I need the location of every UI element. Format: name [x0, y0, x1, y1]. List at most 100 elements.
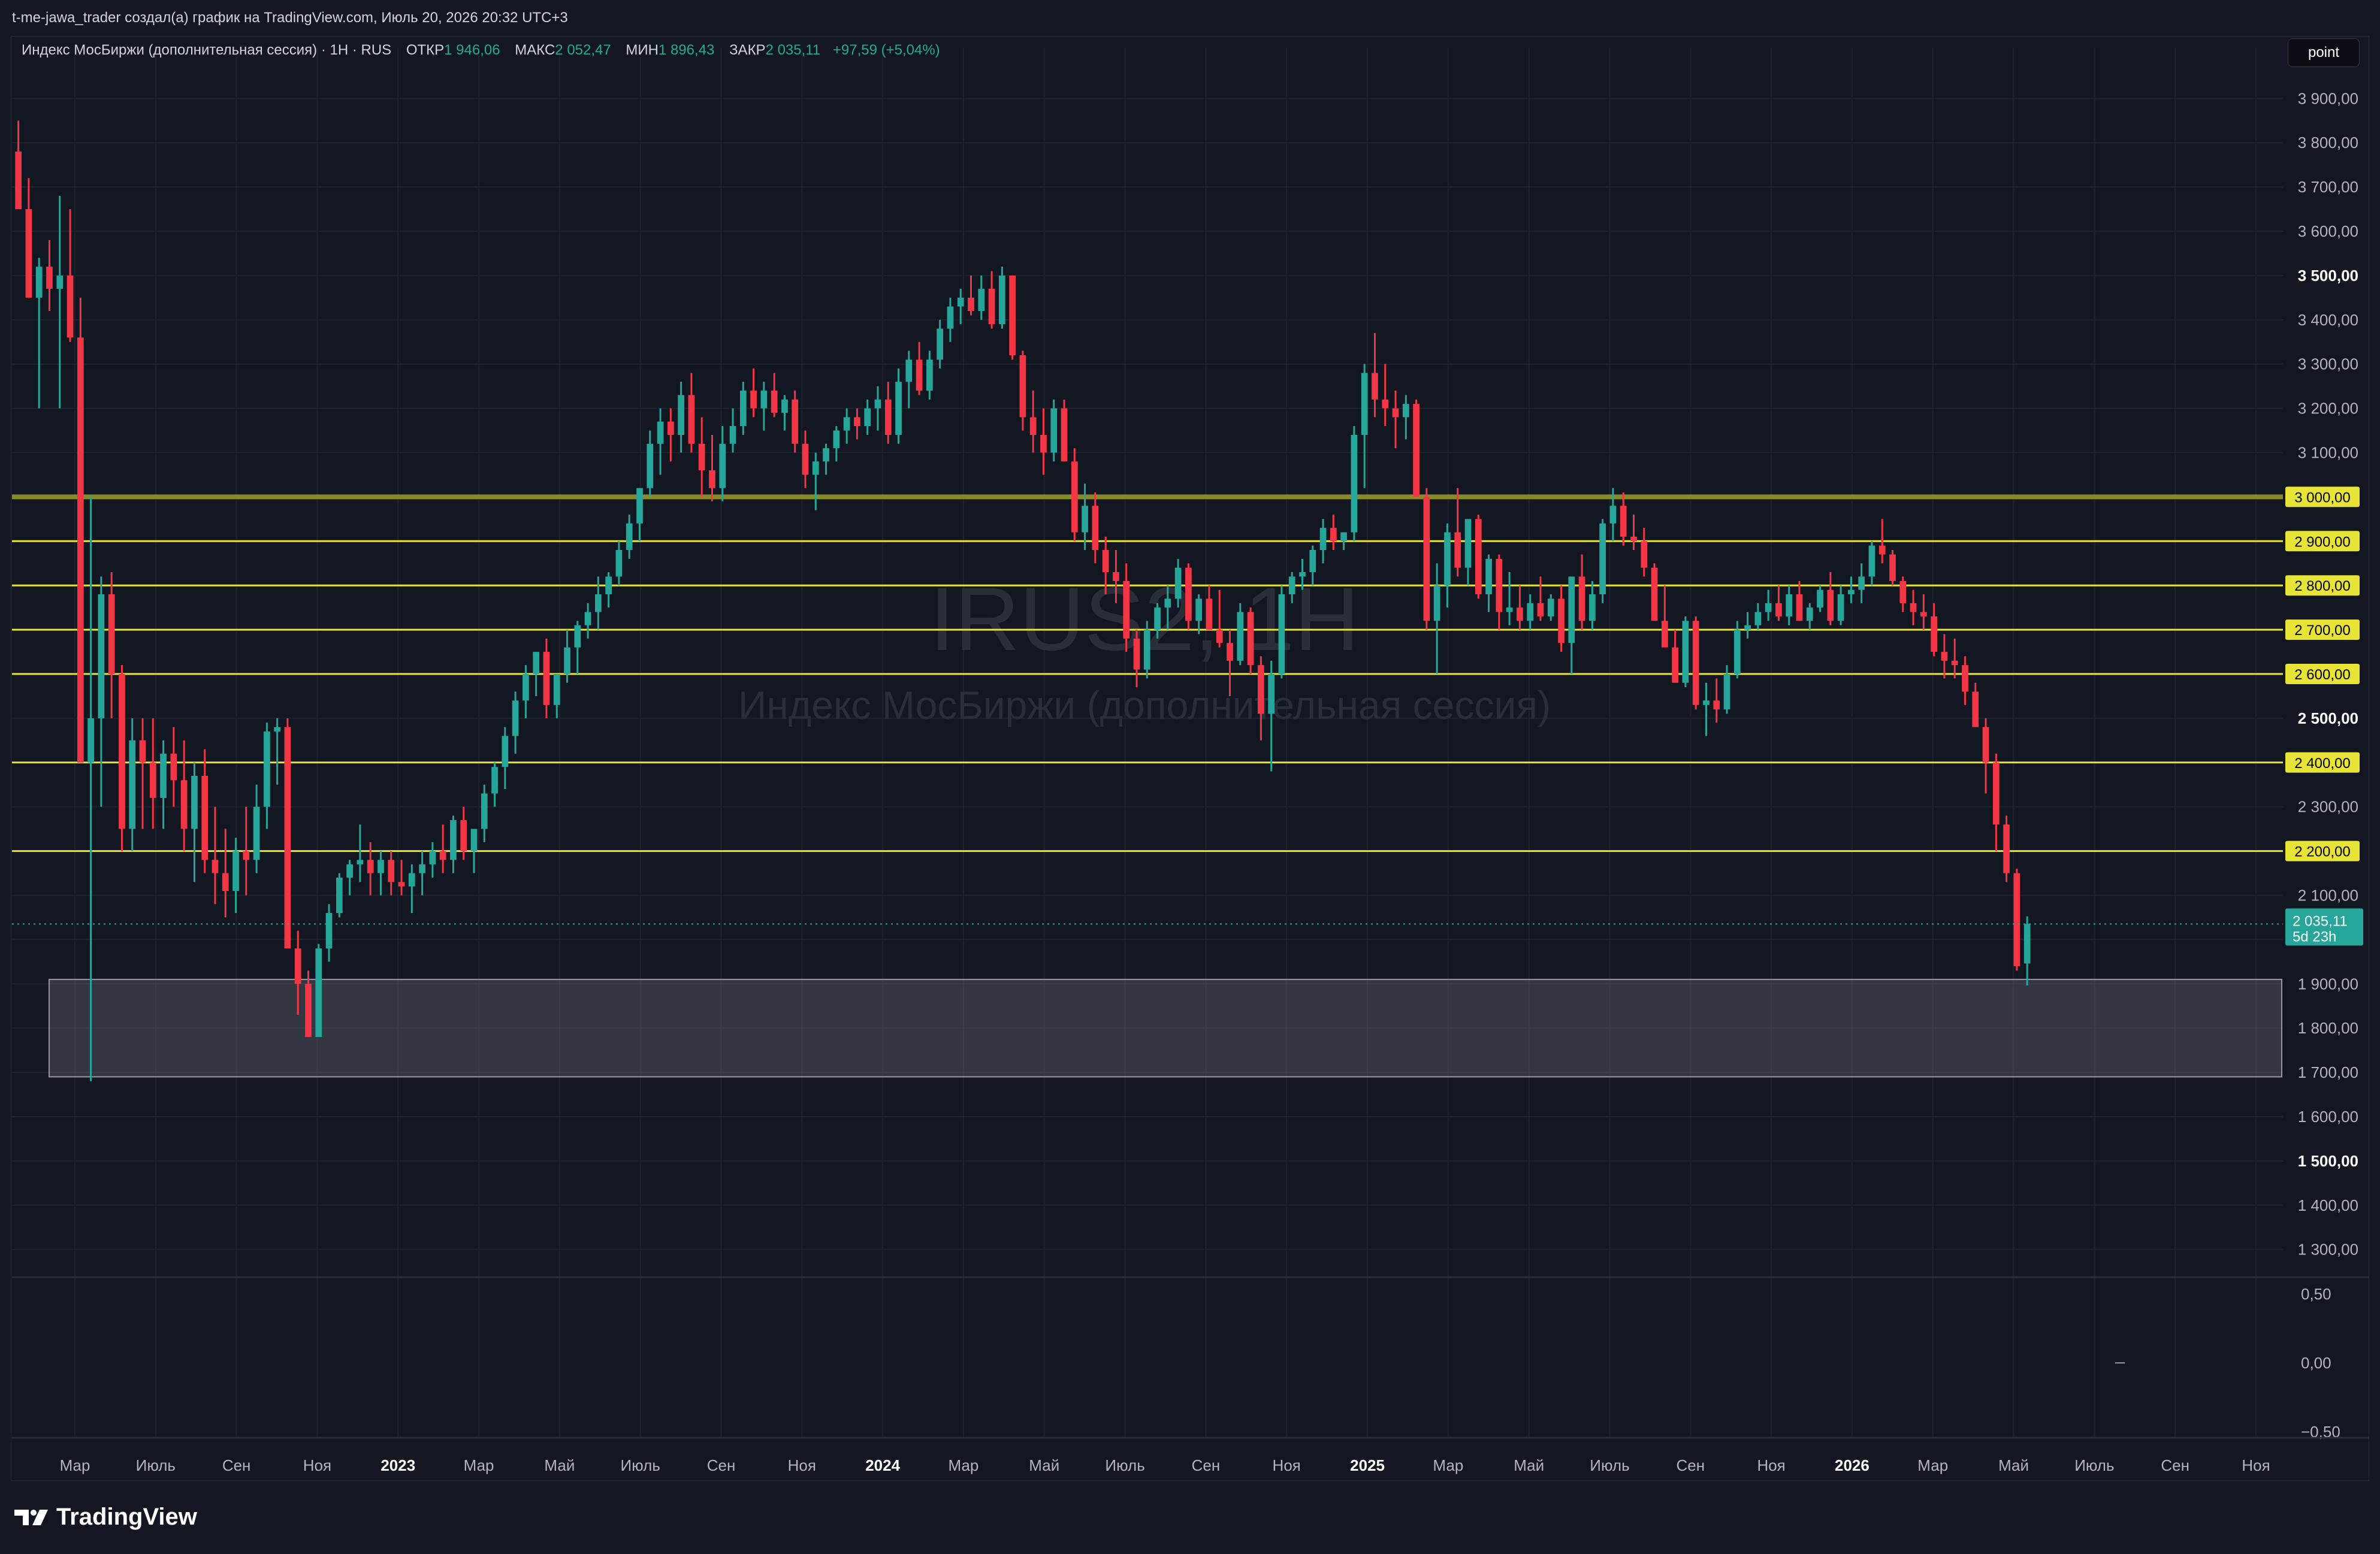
level-price-label: 2 700,00: [2294, 622, 2350, 639]
candle: [937, 319, 944, 369]
price-axis-label: 2 100,00: [2298, 886, 2358, 904]
point-button[interactable]: point: [2288, 38, 2360, 67]
candle: [1941, 634, 1948, 679]
candle-body: [243, 851, 250, 860]
candle-body: [709, 470, 715, 488]
candle-body: [77, 337, 84, 763]
candle: [1423, 488, 1430, 630]
candle: [905, 350, 913, 409]
candle-body: [1537, 603, 1544, 616]
candle: [1589, 581, 1596, 630]
candle-body: [792, 399, 799, 444]
candle: [1340, 532, 1347, 551]
candle: [325, 904, 333, 962]
candle-body: [212, 860, 219, 873]
candle: [1910, 589, 1917, 625]
candle-body: [67, 275, 74, 338]
legend-close-value: 2 035,11: [765, 42, 821, 58]
candle: [274, 718, 281, 785]
candle: [988, 271, 995, 329]
candle: [222, 829, 229, 918]
candle-body: [315, 948, 322, 1037]
candle-body: [988, 289, 995, 325]
candle-body: [884, 399, 892, 435]
candle-body: [1113, 572, 1119, 581]
level-price-label: 2 800,00: [2294, 578, 2350, 594]
candle: [1692, 616, 1699, 710]
candle: [1837, 585, 1844, 625]
candle-body: [108, 594, 115, 674]
candle: [1858, 563, 1865, 603]
candle-body: [636, 488, 643, 524]
candle: [626, 514, 633, 559]
candle: [377, 851, 384, 896]
candle: [1402, 395, 1409, 440]
candle: [160, 740, 167, 829]
candle-body: [357, 860, 364, 864]
candle-body: [1558, 598, 1564, 643]
candle-body: [1703, 700, 1710, 705]
candle-body: [688, 395, 695, 444]
chart-canvas[interactable]: IRUS2, 1H Индекс МосБиржи (дополнительна…: [0, 0, 2380, 1554]
candle: [1899, 576, 1907, 612]
candle: [1765, 589, 1772, 621]
candle-body: [605, 576, 612, 594]
candle-body: [1765, 603, 1772, 612]
candle-body: [1485, 558, 1492, 594]
indicator-axis-label: 0,50: [2301, 1285, 2331, 1303]
candle-body: [1206, 598, 1213, 630]
candle-body: [180, 780, 188, 829]
candle: [698, 417, 705, 497]
time-axis-label: Май: [1029, 1456, 1059, 1474]
candle-body: [864, 408, 871, 427]
candle: [1071, 448, 1078, 542]
candle-body: [450, 820, 457, 860]
candle-body: [160, 754, 167, 798]
time-axis-label: Мар: [464, 1456, 494, 1474]
candle: [1806, 603, 1813, 630]
candle: [1050, 399, 1058, 462]
time-axis-label: Сен: [707, 1456, 736, 1474]
indicator-axis-label: 0,00: [2301, 1354, 2331, 1372]
legend-low-value: 1 896,43: [658, 42, 715, 58]
candle: [719, 426, 726, 501]
candle-body: [1496, 558, 1503, 612]
candle-body: [543, 652, 550, 705]
candle: [812, 452, 819, 510]
candle: [1475, 514, 1482, 599]
candle: [357, 824, 364, 882]
price-axis-label: 3 100,00: [2298, 444, 2358, 462]
candle: [232, 838, 239, 914]
candle-body: [1123, 581, 1130, 639]
candle-body: [56, 275, 64, 289]
watermark-name: Индекс МосБиржи (дополнительная сессия): [738, 683, 1551, 727]
candle-body: [1133, 638, 1140, 670]
support-zone: [49, 978, 2282, 1078]
candle-body: [1299, 572, 1306, 577]
candle-body: [1858, 576, 1865, 590]
candle: [1061, 399, 1068, 462]
candle: [108, 572, 115, 718]
candle: [760, 382, 768, 431]
candle-body: [1992, 762, 2000, 825]
candle-body: [305, 984, 312, 1037]
candle: [1351, 426, 1358, 542]
candle-body: [1786, 594, 1793, 616]
candle-body: [98, 594, 105, 718]
level-price-label: 2 200,00: [2294, 844, 2350, 860]
candle-body: [926, 359, 933, 391]
tradingview-logo[interactable]: TradingView: [13, 1504, 197, 1531]
time-axis-label: Сен: [1192, 1456, 1221, 1474]
time-axis-label: Сен: [2161, 1456, 2189, 1474]
candle-body: [553, 674, 560, 705]
candle: [1278, 585, 1285, 679]
candle-body: [419, 864, 425, 873]
candle: [46, 240, 53, 312]
candle-body: [1889, 554, 1896, 581]
candle-body: [2003, 824, 2010, 873]
time-axis-label: Сен: [222, 1456, 251, 1474]
candle: [1444, 523, 1451, 608]
candle: [926, 350, 933, 400]
candle: [398, 860, 405, 896]
candle-body: [1268, 674, 1275, 714]
